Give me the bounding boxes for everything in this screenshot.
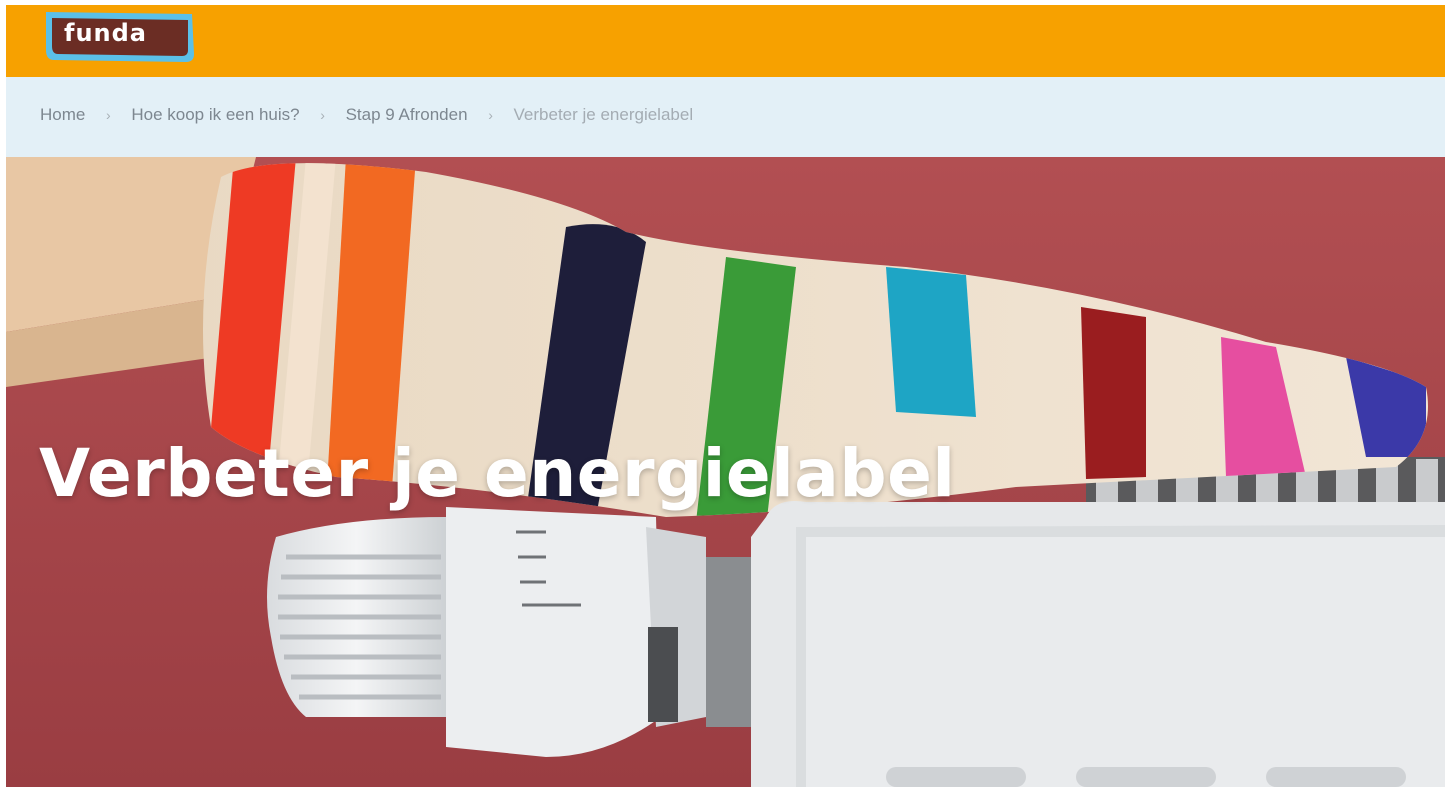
funda-logo[interactable]: funda <box>42 10 198 65</box>
breadcrumb-stap-9-afronden[interactable]: Stap 9 Afronden <box>346 105 468 125</box>
page-frame: funda Home › Hoe koop ik een huis? › Sta… <box>6 5 1445 787</box>
breadcrumb-current-page: Verbeter je energielabel <box>513 105 694 124</box>
breadcrumb: Home › Hoe koop ik een huis? › Stap 9 Af… <box>40 105 693 125</box>
hero-banner: Verbeter je energielabel <box>6 157 1445 787</box>
breadcrumb-separator: › <box>106 107 111 123</box>
breadcrumb-separator: › <box>488 107 493 123</box>
breadcrumb-separator: › <box>320 107 325 123</box>
breadcrumb-home[interactable]: Home <box>40 105 85 125</box>
breadcrumb-hoe-koop-ik-een-huis[interactable]: Hoe koop ik een huis? <box>131 105 299 125</box>
site-header: funda <box>6 5 1445 77</box>
hero-title: Verbeter je energielabel <box>39 435 956 512</box>
breadcrumb-bar: Home › Hoe koop ik een huis? › Stap 9 Af… <box>6 77 1445 157</box>
logo-text: funda <box>64 19 147 47</box>
